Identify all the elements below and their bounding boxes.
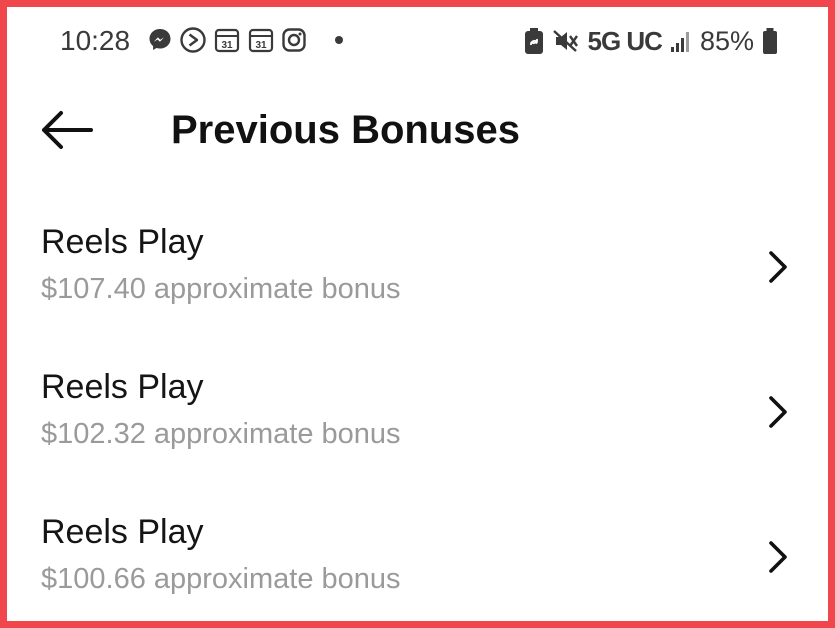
- bonus-list: Reels Play $107.40 approximate bonus Ree…: [7, 203, 828, 621]
- chevron-right-icon: [760, 392, 796, 432]
- bonus-title: Reels Play: [41, 223, 204, 261]
- battery-icon: [762, 27, 778, 55]
- calendar-icon: 31: [213, 26, 241, 54]
- bonus-title: Reels Play: [41, 368, 204, 406]
- notification-dot: [335, 36, 343, 44]
- battery-percent: 85%: [699, 26, 754, 56]
- page-title: Previous Bonuses: [171, 108, 521, 152]
- network-label: 5G UC: [587, 26, 662, 56]
- bonus-amount: $107.40 approximate bonus: [41, 273, 401, 305]
- bonus-list-item[interactable]: Reels Play $100.66 approximate bonus: [7, 493, 828, 621]
- instagram-icon: [281, 27, 307, 53]
- signal-icon: [670, 29, 692, 53]
- bonus-list-item[interactable]: Reels Play $102.32 approximate bonus: [7, 348, 828, 493]
- bonus-amount: $100.66 approximate bonus: [41, 563, 401, 595]
- bonus-amount: $102.32 approximate bonus: [41, 418, 401, 450]
- vibrate-mute-icon: [553, 27, 579, 55]
- back-button[interactable]: [37, 103, 97, 157]
- tv-play-icon: [179, 26, 207, 54]
- calendar-icon: 31: [247, 26, 275, 54]
- chevron-right-icon: [760, 247, 796, 287]
- battery-saver-icon: [523, 27, 545, 55]
- app-header: Previous Bonuses: [7, 87, 828, 173]
- bonus-list-item[interactable]: Reels Play $107.40 approximate bonus: [7, 203, 828, 348]
- svg-text:31: 31: [221, 40, 233, 51]
- arrow-left-icon: [42, 111, 93, 149]
- messenger-icon: [147, 27, 173, 53]
- status-time: 10:28: [60, 25, 131, 56]
- chevron-right-icon: [760, 537, 796, 577]
- screenshot-frame: 10:28 31 31 5G UC 85% Previous Bonuses R…: [0, 0, 835, 628]
- status-bar: 10:28 31 31 5G UC 85%: [7, 7, 828, 69]
- bonus-title: Reels Play: [41, 513, 204, 551]
- status-icons-right: 5G UC 85%: [523, 23, 778, 59]
- svg-text:31: 31: [255, 40, 267, 51]
- status-icons-left: 31 31: [147, 26, 343, 54]
